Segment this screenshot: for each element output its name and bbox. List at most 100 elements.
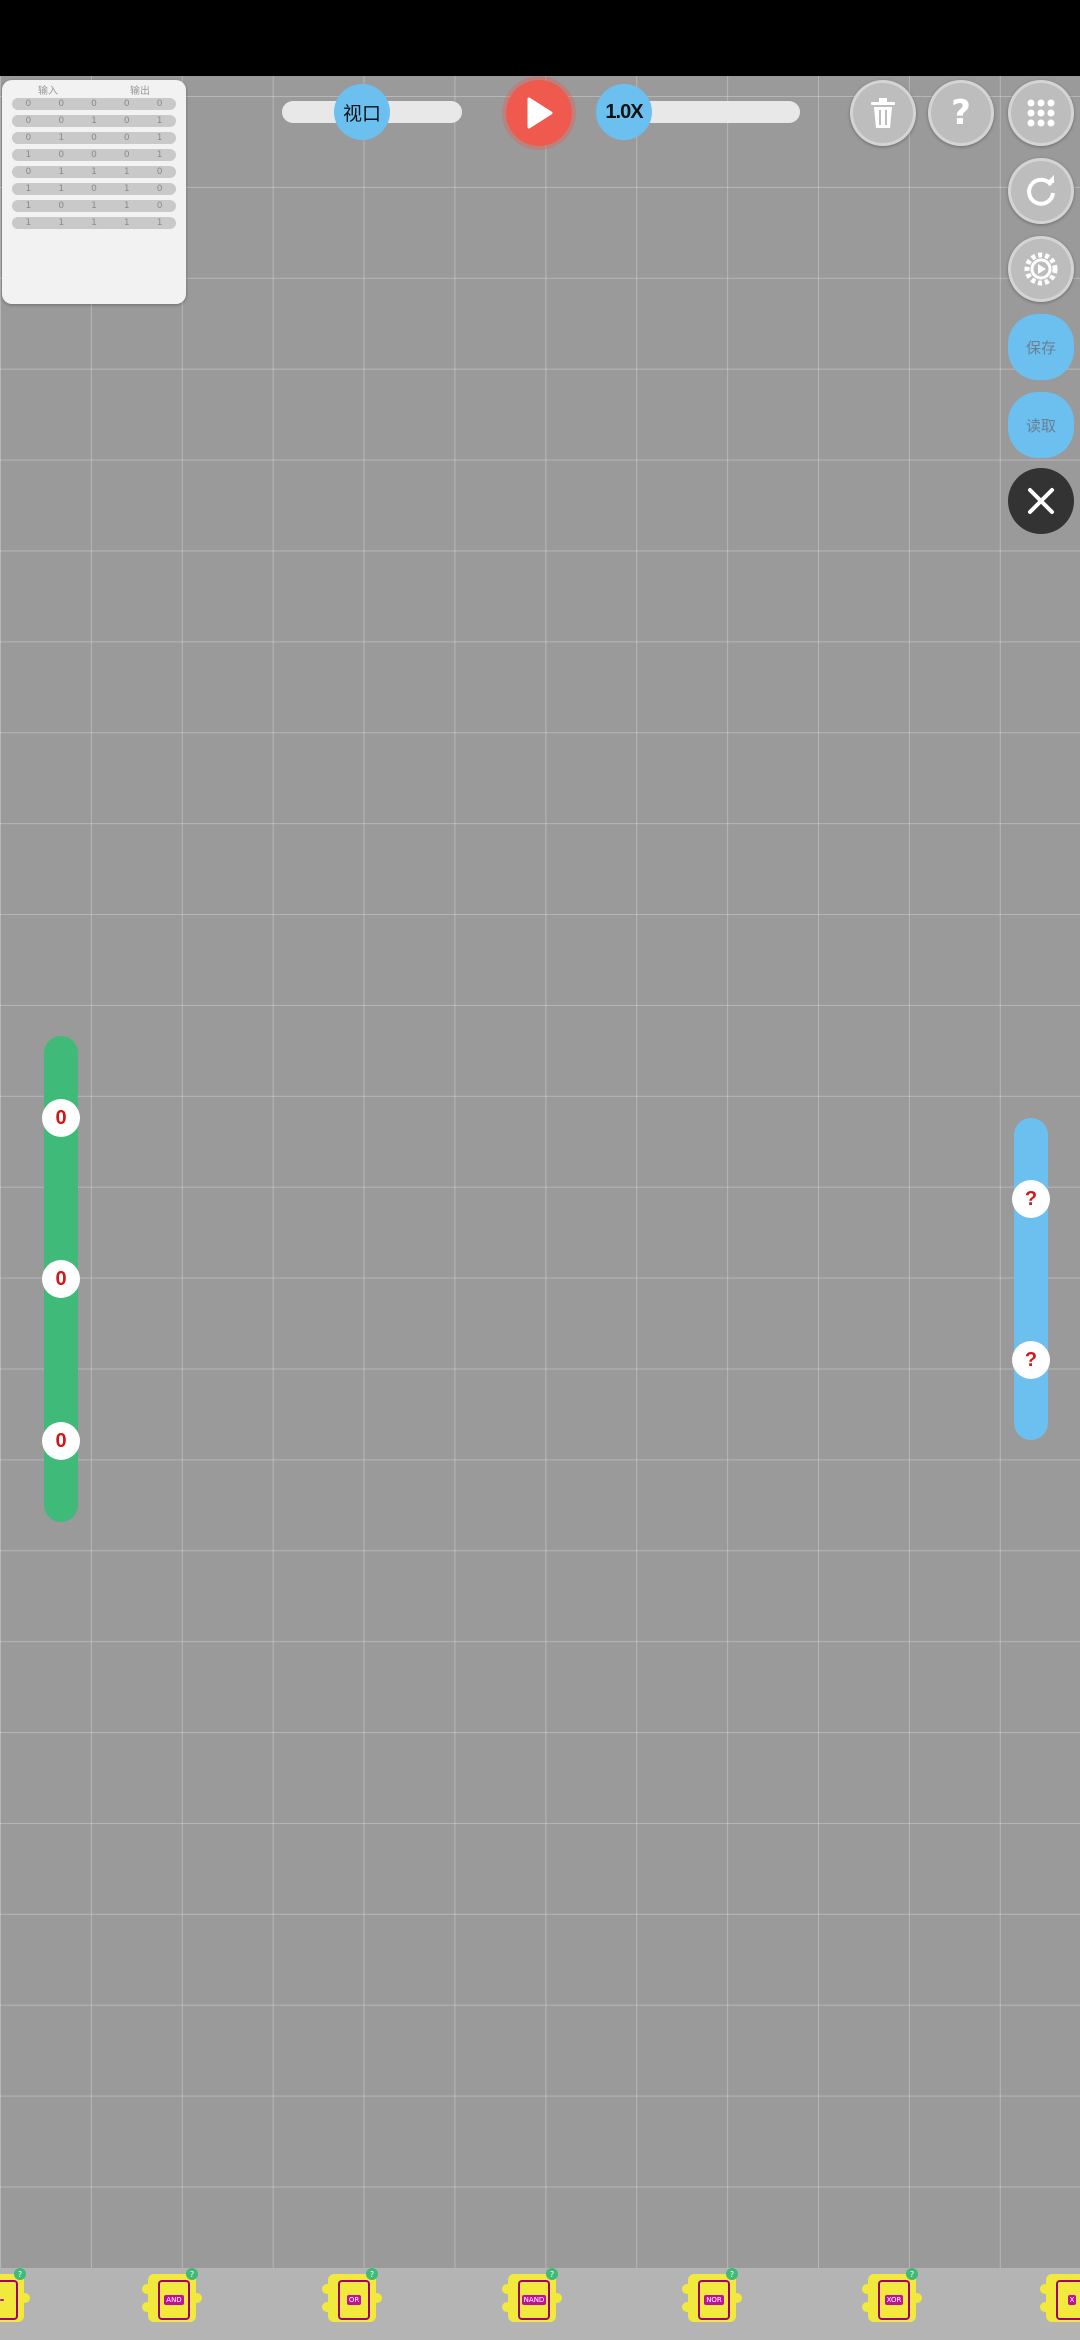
- input-header: 输入: [38, 86, 58, 97]
- gate-label: XOR: [884, 2295, 904, 2305]
- truth-table-cell: 0: [91, 150, 97, 160]
- truth-table-cell: 0: [91, 184, 97, 194]
- truth-table-cell: 0: [25, 133, 32, 143]
- output-pin: ?: [1012, 1180, 1050, 1218]
- gate-body: NAND?: [508, 2268, 558, 2322]
- gate-symbol: X: [1056, 2280, 1080, 2320]
- gate-item[interactable]: NAND?: [502, 2268, 562, 2322]
- gate-info-icon[interactable]: ?: [14, 2268, 26, 2280]
- gate-symbol: NAND: [518, 2280, 550, 2320]
- question-icon: ?: [951, 93, 971, 133]
- input-pin[interactable]: 0: [42, 1099, 80, 1137]
- truth-table-cell: 1: [91, 116, 97, 126]
- output-pin: ?: [1012, 1341, 1050, 1379]
- close-button[interactable]: [1008, 468, 1074, 534]
- truth-table-row: 0 1 0 0 1: [12, 132, 176, 144]
- gate-item[interactable]: XOR?: [862, 2268, 922, 2322]
- gate-info-icon[interactable]: ?: [906, 2268, 918, 2280]
- menu-button[interactable]: [1008, 80, 1074, 146]
- settings-button[interactable]: [1008, 236, 1074, 302]
- gate-symbol: OR: [338, 2280, 370, 2320]
- truth-table-cell: 1: [25, 184, 32, 194]
- input-pin[interactable]: 0: [42, 1260, 80, 1298]
- truth-table-row: 1 1 1 1 1: [12, 217, 176, 229]
- viewport-slider-knob[interactable]: 视口: [334, 84, 390, 140]
- gate-info-icon[interactable]: ?: [546, 2268, 558, 2280]
- truth-table-cell: 1: [58, 184, 65, 194]
- truth-table-cell: 1: [91, 201, 97, 211]
- output-header: 输出: [130, 86, 150, 97]
- truth-table-cell: 0: [58, 201, 65, 211]
- gate-label: OR: [346, 2295, 362, 2305]
- gate-symbol: AND: [158, 2280, 190, 2320]
- grid-icon: [1027, 99, 1055, 127]
- truth-table-cell: 1: [123, 184, 130, 194]
- truth-table-cell: 1: [123, 167, 130, 177]
- speed-slider-knob[interactable]: 1.0X: [596, 84, 652, 140]
- truth-table-cell: 0: [156, 99, 163, 109]
- gate-symbol: XOR: [878, 2280, 910, 2320]
- gate-item[interactable]: X?: [1040, 2274, 1080, 2322]
- truth-table-cell: 0: [156, 201, 163, 211]
- truth-table-cell: 0: [156, 167, 163, 177]
- truth-table-row: 0 0 1 0 1: [12, 115, 176, 127]
- close-icon: [1028, 488, 1054, 514]
- gate-body: ?: [0, 2268, 26, 2322]
- truth-table-cell: 0: [58, 99, 65, 109]
- gate-info-icon[interactable]: ?: [366, 2268, 378, 2280]
- save-button[interactable]: 保存: [1008, 314, 1074, 380]
- truth-table-cell: 1: [123, 218, 130, 228]
- truth-table-cell: 1: [156, 133, 163, 143]
- truth-table-cell: 1: [156, 218, 163, 228]
- refresh-icon: [1027, 175, 1055, 206]
- truth-table-header: 输入 输出: [2, 82, 186, 97]
- gate-label: AND: [164, 2295, 184, 2305]
- truth-table-row: 1 0 1 1 0: [12, 200, 176, 212]
- trash-icon: [871, 98, 895, 128]
- status-bar: [0, 0, 1080, 76]
- play-button[interactable]: [506, 80, 572, 146]
- output-bar: [1014, 1118, 1048, 1440]
- truth-table-cell: 1: [156, 150, 163, 160]
- gate-symbol: NOR: [698, 2280, 730, 2320]
- truth-table-cell: 1: [91, 167, 97, 177]
- gate-item[interactable]: AND?: [142, 2268, 202, 2322]
- gate-item[interactable]: OR?: [322, 2268, 382, 2322]
- delete-button[interactable]: [850, 80, 916, 146]
- gate-body: X?: [1046, 2274, 1080, 2322]
- gate-item[interactable]: NOR?: [682, 2268, 742, 2322]
- gate-label: NAND: [521, 2295, 547, 2305]
- gate-item[interactable]: ?: [0, 2268, 30, 2322]
- truth-table-cell: 0: [91, 99, 97, 109]
- truth-table-cell: 0: [156, 184, 163, 194]
- truth-table-cell: 0: [25, 116, 32, 126]
- input-pin[interactable]: 0: [42, 1422, 80, 1460]
- truth-table-cell: 1: [25, 150, 32, 160]
- truth-table-cell: 0: [123, 133, 130, 143]
- help-button[interactable]: ?: [928, 80, 994, 146]
- gear-icon: [1024, 252, 1058, 286]
- gate-label: [0, 2299, 4, 2301]
- truth-table-cell: 1: [25, 201, 32, 211]
- gate-body: AND?: [148, 2268, 198, 2322]
- truth-table-row: 1 1 0 1 0: [12, 183, 176, 195]
- truth-table-row: 0 1 1 1 0: [12, 166, 176, 178]
- truth-table-cell: 0: [123, 150, 130, 160]
- load-button[interactable]: 读取: [1008, 392, 1074, 458]
- truth-table-cell: 0: [58, 116, 65, 126]
- truth-table-cell: 1: [156, 116, 163, 126]
- truth-table-cell: 1: [25, 218, 32, 228]
- truth-table-cell: 1: [91, 218, 97, 228]
- truth-table-cell: 0: [123, 99, 130, 109]
- gate-symbol: [0, 2280, 18, 2320]
- truth-table-cell: 1: [123, 201, 130, 211]
- circuit-canvas[interactable]: [0, 76, 1080, 2268]
- truth-table: 输入 输出 0000000101010011000101110110101011…: [2, 80, 186, 304]
- gate-info-icon[interactable]: ?: [726, 2268, 738, 2280]
- truth-table-cell: 0: [123, 116, 130, 126]
- truth-table-cell: 1: [58, 133, 65, 143]
- reset-button[interactable]: [1008, 158, 1074, 224]
- gate-body: OR?: [328, 2268, 378, 2322]
- gate-info-icon[interactable]: ?: [186, 2268, 198, 2280]
- truth-table-cell: 1: [58, 167, 65, 177]
